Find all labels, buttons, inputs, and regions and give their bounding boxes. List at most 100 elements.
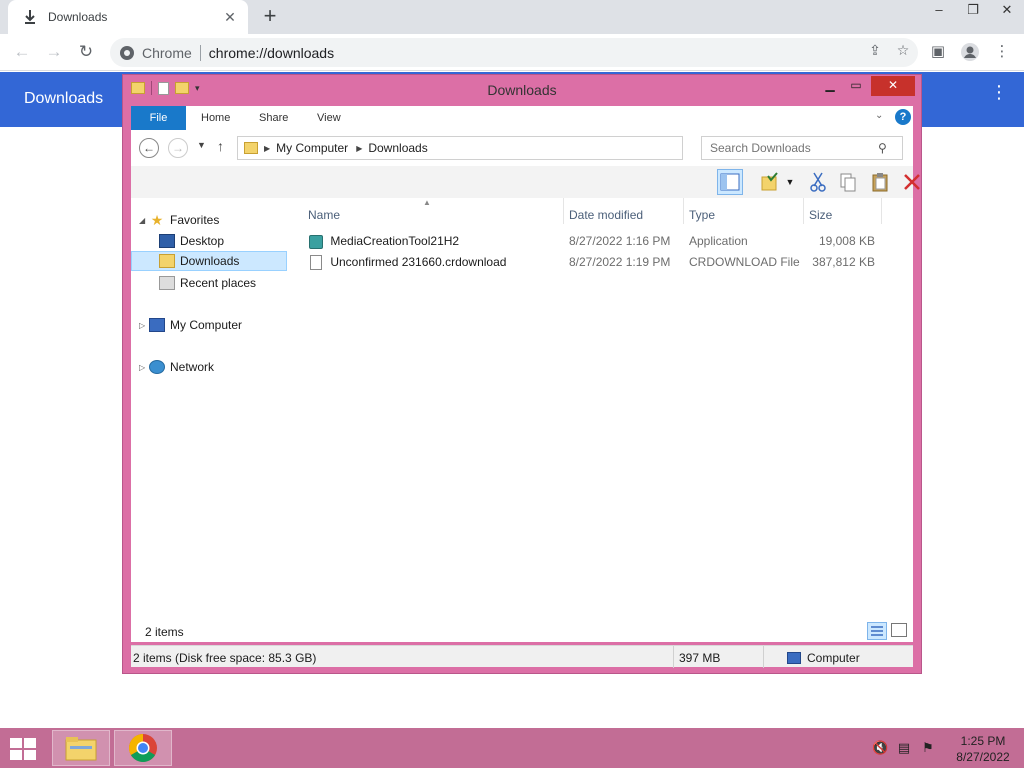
- ribbon: File Home Share View ⌄ ?: [131, 106, 913, 130]
- sidebar-item-favorites[interactable]: ◢ ★ Favorites: [139, 210, 289, 230]
- search-input[interactable]: [710, 141, 878, 155]
- status-divider: [763, 646, 764, 668]
- file-list: ▲ Name Date modified Type Size MediaCrea…: [301, 198, 913, 642]
- back-button[interactable]: ←: [10, 40, 34, 64]
- bookmark-star-icon[interactable]: ☆: [894, 42, 912, 59]
- taskbar-chrome[interactable]: [114, 730, 172, 766]
- explorer-forward-button[interactable]: →: [168, 138, 188, 158]
- share-icon[interactable]: ⇪: [866, 42, 884, 59]
- select-dropdown-icon[interactable]: ▼: [783, 169, 797, 195]
- column-header-name[interactable]: Name: [308, 208, 340, 228]
- breadcrumb-downloads[interactable]: Downloads: [368, 141, 427, 155]
- sidebar-item-recent-places[interactable]: Recent places: [159, 273, 285, 293]
- side-panel-icon[interactable]: ▣: [926, 40, 950, 64]
- chrome-window-controls: – ❐ ✕: [922, 0, 1024, 22]
- copy-icon[interactable]: [835, 169, 861, 195]
- delete-icon[interactable]: [899, 169, 925, 195]
- recent-locations-icon[interactable]: ▼: [197, 140, 206, 150]
- address-path[interactable]: ▶ My Computer ▶ Downloads ⌄ ↻: [237, 136, 785, 160]
- clock-time: 1:25 PM: [960, 734, 1006, 748]
- tab-downloads[interactable]: Downloads ✕: [8, 0, 248, 34]
- table-row[interactable]: MediaCreationTool21H2 8/27/2022 1:16 PM …: [301, 231, 875, 252]
- explorer-close-button[interactable]: ✕: [871, 76, 915, 96]
- select-all-icon[interactable]: [757, 169, 783, 195]
- computer-icon: [149, 318, 165, 332]
- chrome-tab-strip: Downloads ✕ + – ❐ ✕: [0, 0, 1024, 34]
- column-header-type[interactable]: Type: [689, 208, 715, 228]
- tab-close-icon[interactable]: ✕: [222, 9, 238, 25]
- omnibox-url[interactable]: chrome://downloads: [209, 45, 334, 61]
- preview-pane-button[interactable]: [717, 169, 743, 195]
- column-divider[interactable]: [803, 198, 804, 224]
- sidebar-item-label: Network: [170, 360, 215, 374]
- chrome-menu-icon[interactable]: ⋮: [990, 40, 1014, 64]
- restore-button[interactable]: ❐: [956, 0, 990, 22]
- explorer-titlebar[interactable]: ▾ Downloads ▁ ▭ ✕: [123, 75, 921, 105]
- paste-icon[interactable]: [867, 169, 893, 195]
- sidebar-item-label: Downloads: [180, 254, 240, 268]
- expand-arrow-icon[interactable]: ▷: [139, 321, 149, 330]
- action-center-icon[interactable]: ⚑: [920, 740, 936, 756]
- ribbon-expand-icon[interactable]: ⌄: [875, 110, 883, 121]
- omnibox-site-label: Chrome: [142, 44, 192, 61]
- table-row[interactable]: Unconfirmed 231660.crdownload 8/27/2022 …: [301, 252, 875, 273]
- collapse-arrow-icon[interactable]: ◢: [139, 216, 149, 225]
- status-line: 2 items: [131, 620, 913, 642]
- document-icon: [310, 255, 322, 271]
- start-button[interactable]: [10, 738, 38, 760]
- details-view-button[interactable]: [867, 622, 887, 640]
- explorer-maximize-button[interactable]: ▭: [843, 76, 869, 96]
- tab-file[interactable]: File: [131, 106, 186, 130]
- file-explorer-icon: [65, 737, 97, 761]
- window-title: Downloads: [487, 82, 557, 98]
- star-icon: ★: [150, 212, 164, 228]
- omnibox[interactable]: Chrome chrome://downloads ⇪ ☆: [110, 38, 918, 67]
- column-divider[interactable]: [881, 198, 882, 224]
- omnibox-separator: [199, 44, 201, 61]
- taskbar-file-explorer[interactable]: [52, 730, 110, 766]
- search-box[interactable]: ⚲: [701, 136, 903, 160]
- network-status-icon[interactable]: ▤: [896, 740, 912, 756]
- file-name-cell: MediaCreationTool21H2: [309, 234, 459, 249]
- tab-share[interactable]: Share: [259, 106, 288, 130]
- breadcrumb-my-computer[interactable]: My Computer: [276, 141, 348, 155]
- disk-space-status: 2 items (Disk free space: 85.3 GB): [133, 651, 317, 665]
- minimize-button[interactable]: –: [922, 0, 956, 22]
- column-divider[interactable]: [563, 198, 564, 224]
- file-type: Application: [689, 234, 748, 248]
- expand-arrow-icon[interactable]: ▷: [139, 363, 149, 372]
- network-icon: [149, 360, 165, 374]
- reload-button[interactable]: ↻: [74, 40, 98, 64]
- sidebar-item-my-computer[interactable]: ▷ My Computer: [139, 315, 289, 335]
- close-button[interactable]: ✕: [990, 0, 1024, 22]
- new-tab-button[interactable]: +: [258, 5, 282, 28]
- explorer-content: ◢ ★ Favorites Desktop Downloads Recent p…: [131, 198, 913, 642]
- system-clock[interactable]: 1:25 PM 8/27/2022: [950, 733, 1016, 765]
- column-header-date[interactable]: Date modified: [569, 208, 643, 228]
- help-icon[interactable]: ?: [895, 109, 911, 125]
- explorer-minimize-button[interactable]: ▁: [817, 76, 843, 96]
- forward-button[interactable]: →: [42, 40, 66, 64]
- downloads-menu-icon[interactable]: ⋮: [990, 83, 1008, 101]
- search-icon[interactable]: ⚲: [878, 141, 887, 155]
- column-divider[interactable]: [683, 198, 684, 224]
- tab-title: Downloads: [48, 10, 108, 24]
- sidebar-item-label: Desktop: [180, 234, 225, 248]
- up-button[interactable]: ↑: [217, 138, 224, 154]
- tab-home[interactable]: Home: [201, 106, 230, 130]
- sidebar-item-desktop[interactable]: Desktop: [159, 231, 285, 251]
- file-type: CRDOWNLOAD File: [689, 255, 800, 269]
- sidebar-item-network[interactable]: ▷ Network: [139, 357, 289, 377]
- profile-avatar-icon[interactable]: [958, 40, 982, 64]
- column-header-size[interactable]: Size: [809, 208, 832, 228]
- explorer-back-button[interactable]: ←: [139, 138, 159, 158]
- tab-view[interactable]: View: [317, 106, 341, 130]
- cut-icon[interactable]: [805, 169, 831, 195]
- volume-muted-icon[interactable]: 🔇: [872, 740, 888, 756]
- breadcrumb-arrow-icon[interactable]: ▶: [264, 144, 270, 153]
- breadcrumb-arrow-icon[interactable]: ▶: [356, 144, 362, 153]
- file-date: 8/27/2022 1:16 PM: [569, 234, 671, 248]
- sidebar-item-downloads[interactable]: Downloads: [131, 251, 287, 271]
- item-count: 2 items: [145, 625, 184, 639]
- large-icons-view-button[interactable]: [891, 623, 907, 637]
